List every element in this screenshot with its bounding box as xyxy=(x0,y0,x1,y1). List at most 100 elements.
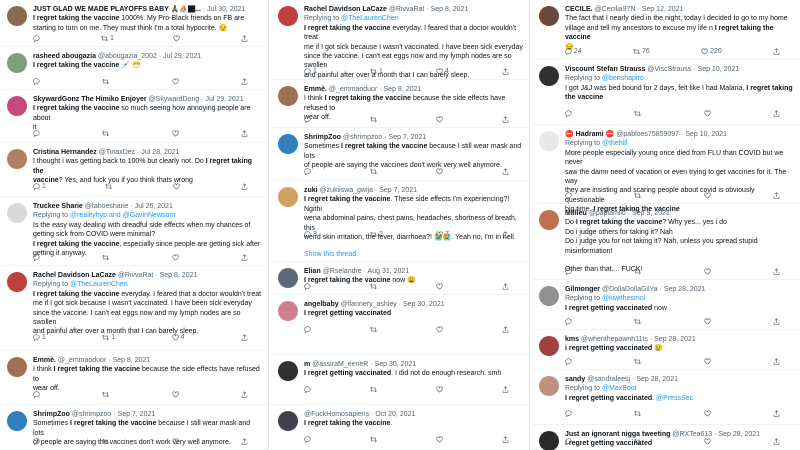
reply-action[interactable] xyxy=(565,268,574,275)
author-name[interactable]: JUST GLAD WE MADE PLAYOFFS BABY 🙏🏾⛵🏾... xyxy=(33,6,203,13)
avatar[interactable] xyxy=(539,131,559,151)
tweet[interactable]: Elian @Rselandre · Aug 31, 2021 I regret … xyxy=(271,262,529,295)
like-action[interactable] xyxy=(704,318,713,325)
show-thread-link[interactable]: Show this thread xyxy=(304,250,523,259)
reply-action[interactable] xyxy=(565,192,574,199)
avatar[interactable] xyxy=(539,210,559,230)
avatar[interactable] xyxy=(539,376,559,396)
tweet-date[interactable]: Jul 29, 2021 xyxy=(205,96,243,103)
share-action[interactable] xyxy=(773,268,780,275)
avatar[interactable] xyxy=(7,96,27,116)
share-action[interactable] xyxy=(773,48,780,55)
avatar[interactable] xyxy=(278,134,298,154)
like-action[interactable] xyxy=(704,438,713,445)
reply-action[interactable] xyxy=(565,410,574,418)
retweet-action[interactable] xyxy=(370,168,379,175)
retweet-action[interactable] xyxy=(634,358,643,365)
share-action[interactable] xyxy=(502,168,509,175)
avatar[interactable] xyxy=(278,361,298,381)
avatar[interactable] xyxy=(278,6,298,26)
reply-action[interactable] xyxy=(33,391,42,399)
author-name[interactable]: sandy xyxy=(565,376,585,383)
share-action[interactable] xyxy=(502,116,509,123)
avatar[interactable] xyxy=(278,268,298,288)
author-name[interactable]: CECILE. xyxy=(565,6,593,13)
author-handle[interactable]: @_emmaoduor xyxy=(329,86,377,93)
retweet-action[interactable]: 1 xyxy=(370,68,383,75)
share-action[interactable] xyxy=(241,391,248,398)
author-handle[interactable]: @whenthepawnh11ts xyxy=(581,336,648,343)
retweet-action[interactable]: 76 xyxy=(633,48,650,55)
author-handle[interactable]: @SkywardDong xyxy=(149,96,200,103)
reply-action[interactable] xyxy=(565,318,574,325)
share-action[interactable] xyxy=(241,438,248,445)
avatar[interactable] xyxy=(278,411,298,431)
share-action[interactable] xyxy=(773,109,780,117)
like-action[interactable] xyxy=(436,116,445,123)
avatar[interactable] xyxy=(7,203,27,223)
tweet-date[interactable]: Sep 7, 2021 xyxy=(379,187,417,194)
reply-mention-link[interactable]: @benshapiro xyxy=(602,75,644,82)
author-handle[interactable]: @papiamilo xyxy=(589,210,626,217)
like-action[interactable] xyxy=(172,391,181,398)
tweet[interactable]: Cristina Hernandez @TinaxDez · Jul 28, 2… xyxy=(0,143,268,197)
author-name[interactable]: ShrimpZoo xyxy=(304,134,341,141)
tweet[interactable]: Viscount Stefan Strauss @ViscStrauss · S… xyxy=(532,60,800,125)
like-action[interactable] xyxy=(173,35,182,42)
like-action[interactable] xyxy=(436,283,445,290)
author-name[interactable]: Just an ignorant nigga tweeting xyxy=(565,431,670,438)
tweet-date[interactable]: Sep 8, 2021 xyxy=(113,357,151,364)
like-action[interactable] xyxy=(436,386,445,393)
tweet-date[interactable]: Sep 30, 2021 xyxy=(375,361,417,368)
share-action[interactable] xyxy=(241,183,248,190)
retweet-action[interactable] xyxy=(370,326,379,333)
share-action[interactable] xyxy=(773,318,780,325)
retweet-action[interactable] xyxy=(102,130,111,137)
avatar[interactable] xyxy=(7,272,27,292)
share-action[interactable] xyxy=(241,78,248,85)
reply-action[interactable] xyxy=(33,35,42,42)
reply-action[interactable] xyxy=(304,283,313,290)
like-action[interactable] xyxy=(704,192,713,199)
author-handle[interactable]: @DollaDollaGilYa xyxy=(602,286,658,293)
tweet[interactable]: Gilmonger @DollaDollaGilYa · Sep 28, 202… xyxy=(532,280,800,330)
author-handle[interactable]: @tahoesharie xyxy=(85,203,129,210)
reply-action[interactable] xyxy=(33,438,42,445)
share-action[interactable] xyxy=(773,410,780,417)
like-action[interactable] xyxy=(704,110,713,117)
author-name[interactable]: Rachel Davidson LaCaze xyxy=(33,272,116,279)
retweet-action[interactable] xyxy=(634,438,643,445)
author-handle[interactable]: @RXTea613 xyxy=(672,431,712,438)
reply-mention-link[interactable]: @TheLaurenChen xyxy=(70,281,128,288)
tweet[interactable]: @FuckHomosapiens · Oct 20, 2021 I regret … xyxy=(271,405,529,450)
author-name[interactable]: Rachel Davidson LaCaze xyxy=(304,6,387,13)
avatar[interactable] xyxy=(7,149,27,169)
avatar[interactable] xyxy=(7,357,27,377)
reply-action[interactable] xyxy=(565,438,574,445)
tweet[interactable]: Rachel Davidson LaCaze @RivvaRat · Sep 8… xyxy=(0,266,268,351)
tweet[interactable]: m @assiraM_eeneR · Sep 30, 2021 I regret … xyxy=(271,355,529,405)
reply-action[interactable] xyxy=(304,168,313,176)
tweet[interactable]: angelbaby @flannery_ashley · Sep 30, 202… xyxy=(271,295,529,355)
reply-mention-link[interactable]: @MaxBoot xyxy=(602,385,637,392)
retweet-action[interactable]: 1 xyxy=(101,35,114,42)
author-handle[interactable]: @Rselandre xyxy=(323,268,362,275)
author-handle[interactable]: @RivvaRat xyxy=(389,6,425,13)
avatar[interactable] xyxy=(7,411,27,431)
share-action[interactable] xyxy=(241,254,248,261)
reply-action[interactable]: 1 xyxy=(33,183,46,191)
avatar[interactable] xyxy=(278,187,298,207)
like-action[interactable] xyxy=(436,168,445,175)
author-handle[interactable]: @sandraleesj xyxy=(587,376,630,383)
tweet-date[interactable]: Sep 8, 2021 xyxy=(160,272,198,279)
tweet-date[interactable]: Sep 8, 2021 xyxy=(384,86,422,93)
tweet-date[interactable]: Jul 28, 2021 xyxy=(141,149,179,156)
author-handle[interactable]: @TinaxDez xyxy=(99,149,135,156)
tweet[interactable]: Just an ignorant nigga tweeting @RXTea61… xyxy=(532,425,800,450)
like-action[interactable] xyxy=(172,254,181,261)
reply-action[interactable] xyxy=(304,116,313,123)
author-handle[interactable]: @assiraM_eeneR xyxy=(312,361,368,368)
like-action[interactable]: 4 xyxy=(172,334,185,341)
reply-action[interactable] xyxy=(33,78,42,85)
retweet-action[interactable] xyxy=(370,386,379,393)
